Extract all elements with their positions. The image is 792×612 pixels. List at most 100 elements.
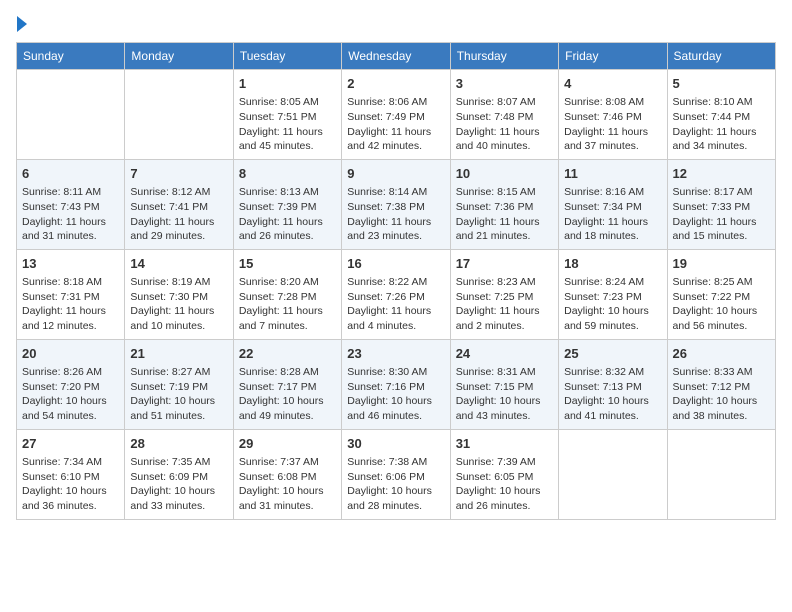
page-header [16, 16, 776, 32]
day-info: Sunrise: 8:27 AM [130, 365, 227, 380]
day-info: Sunrise: 8:14 AM [347, 185, 444, 200]
day-info: Sunset: 6:05 PM [456, 470, 553, 485]
day-info: Sunset: 7:41 PM [130, 200, 227, 215]
day-of-week-header: Friday [559, 43, 667, 70]
day-info: Daylight: 10 hours and 56 minutes. [673, 304, 770, 333]
calendar-week-row: 1Sunrise: 8:05 AMSunset: 7:51 PMDaylight… [17, 70, 776, 160]
day-number: 13 [22, 255, 119, 273]
day-info: Sunset: 7:39 PM [239, 200, 336, 215]
day-info: Daylight: 11 hours and 23 minutes. [347, 215, 444, 244]
day-number: 15 [239, 255, 336, 273]
day-info: Daylight: 11 hours and 10 minutes. [130, 304, 227, 333]
day-info: Daylight: 10 hours and 26 minutes. [456, 484, 553, 513]
calendar-cell: 3Sunrise: 8:07 AMSunset: 7:48 PMDaylight… [450, 70, 558, 160]
day-info: Daylight: 11 hours and 42 minutes. [347, 125, 444, 154]
day-info: Sunset: 7:48 PM [456, 110, 553, 125]
day-number: 6 [22, 165, 119, 183]
day-info: Daylight: 11 hours and 37 minutes. [564, 125, 661, 154]
day-info: Daylight: 10 hours and 59 minutes. [564, 304, 661, 333]
day-info: Sunrise: 8:31 AM [456, 365, 553, 380]
day-info: Daylight: 11 hours and 40 minutes. [456, 125, 553, 154]
day-number: 10 [456, 165, 553, 183]
day-info: Sunrise: 8:15 AM [456, 185, 553, 200]
day-info: Sunrise: 8:08 AM [564, 95, 661, 110]
calendar-week-row: 13Sunrise: 8:18 AMSunset: 7:31 PMDayligh… [17, 249, 776, 339]
calendar-cell: 11Sunrise: 8:16 AMSunset: 7:34 PMDayligh… [559, 159, 667, 249]
day-info: Daylight: 10 hours and 36 minutes. [22, 484, 119, 513]
day-info: Sunrise: 7:38 AM [347, 455, 444, 470]
calendar-cell: 4Sunrise: 8:08 AMSunset: 7:46 PMDaylight… [559, 70, 667, 160]
day-number: 14 [130, 255, 227, 273]
calendar-cell: 7Sunrise: 8:12 AMSunset: 7:41 PMDaylight… [125, 159, 233, 249]
day-info: Sunset: 7:51 PM [239, 110, 336, 125]
day-info: Sunset: 7:12 PM [673, 380, 770, 395]
calendar-table: SundayMondayTuesdayWednesdayThursdayFrid… [16, 42, 776, 520]
day-of-week-header: Monday [125, 43, 233, 70]
day-number: 24 [456, 345, 553, 363]
day-number: 19 [673, 255, 770, 273]
day-info: Daylight: 11 hours and 4 minutes. [347, 304, 444, 333]
day-info: Daylight: 10 hours and 41 minutes. [564, 394, 661, 423]
calendar-cell: 10 Sunrise: 8:15 AMSunset: 7:36 PMDayligh… [450, 159, 558, 249]
calendar-cell [559, 429, 667, 519]
day-info: Daylight: 10 hours and 54 minutes. [22, 394, 119, 423]
day-info: Sunset: 7:33 PM [673, 200, 770, 215]
day-info: Sunrise: 8:06 AM [347, 95, 444, 110]
day-info: Daylight: 11 hours and 21 minutes. [456, 215, 553, 244]
calendar-cell: 6Sunrise: 8:11 AMSunset: 7:43 PMDaylight… [17, 159, 125, 249]
calendar-cell: 1Sunrise: 8:05 AMSunset: 7:51 PMDaylight… [233, 70, 341, 160]
day-info: Sunrise: 8:28 AM [239, 365, 336, 380]
day-info: Daylight: 11 hours and 29 minutes. [130, 215, 227, 244]
logo [16, 16, 27, 32]
day-number: 16 [347, 255, 444, 273]
day-number: 23 [347, 345, 444, 363]
day-info: Sunset: 7:16 PM [347, 380, 444, 395]
day-info: Sunset: 7:23 PM [564, 290, 661, 305]
day-of-week-header: Wednesday [342, 43, 450, 70]
day-info: Sunrise: 8:33 AM [673, 365, 770, 380]
calendar-cell: 29Sunrise: 7:37 AMSunset: 6:08 PMDayligh… [233, 429, 341, 519]
calendar-cell [125, 70, 233, 160]
day-info: Sunset: 6:06 PM [347, 470, 444, 485]
calendar-cell: 31Sunrise: 7:39 AMSunset: 6:05 PMDayligh… [450, 429, 558, 519]
day-info: Sunset: 6:10 PM [22, 470, 119, 485]
day-number: 11 [564, 165, 661, 183]
day-info: Daylight: 11 hours and 15 minutes. [673, 215, 770, 244]
day-number: 27 [22, 435, 119, 453]
calendar-cell [17, 70, 125, 160]
calendar-week-row: 27Sunrise: 7:34 AMSunset: 6:10 PMDayligh… [17, 429, 776, 519]
day-info: Sunrise: 8:32 AM [564, 365, 661, 380]
calendar-cell: 8Sunrise: 8:13 AMSunset: 7:39 PMDaylight… [233, 159, 341, 249]
day-info: Sunset: 7:15 PM [456, 380, 553, 395]
day-info: Sunset: 7:26 PM [347, 290, 444, 305]
day-number: 26 [673, 345, 770, 363]
day-number: 12 [673, 165, 770, 183]
day-info: Sunset: 7:38 PM [347, 200, 444, 215]
day-info: Sunrise: 7:34 AM [22, 455, 119, 470]
day-info: Sunset: 7:17 PM [239, 380, 336, 395]
day-info: Daylight: 11 hours and 7 minutes. [239, 304, 336, 333]
day-info: Daylight: 11 hours and 26 minutes. [239, 215, 336, 244]
calendar-cell: 19Sunrise: 8:25 AMSunset: 7:22 PMDayligh… [667, 249, 775, 339]
day-info: Sunrise: 8:23 AM [456, 275, 553, 290]
calendar-cell: 2 Sunrise: 8:06 AMSunset: 7:49 PMDaylight… [342, 70, 450, 160]
calendar-cell: 16Sunrise: 8:22 AMSunset: 7:26 PMDayligh… [342, 249, 450, 339]
day-info: Daylight: 11 hours and 12 minutes. [22, 304, 119, 333]
day-number: 2 [347, 75, 444, 93]
day-number: 31 [456, 435, 553, 453]
day-info: Sunset: 7:36 PM [456, 200, 553, 215]
day-info: Sunrise: 7:35 AM [130, 455, 227, 470]
day-info: Daylight: 11 hours and 31 minutes. [22, 215, 119, 244]
calendar-cell: 13Sunrise: 8:18 AMSunset: 7:31 PMDayligh… [17, 249, 125, 339]
day-number: 17 [456, 255, 553, 273]
day-of-week-header: Thursday [450, 43, 558, 70]
calendar-cell: 22Sunrise: 8:28 AMSunset: 7:17 PMDayligh… [233, 339, 341, 429]
day-info: Sunrise: 8:11 AM [22, 185, 119, 200]
day-number: 25 [564, 345, 661, 363]
day-info: Daylight: 10 hours and 49 minutes. [239, 394, 336, 423]
day-info: Sunrise: 8:17 AM [673, 185, 770, 200]
calendar-cell: 15Sunrise: 8:20 AMSunset: 7:28 PMDayligh… [233, 249, 341, 339]
day-info: Sunrise: 8:25 AM [673, 275, 770, 290]
day-info: Sunset: 7:25 PM [456, 290, 553, 305]
day-info: Sunset: 7:49 PM [347, 110, 444, 125]
